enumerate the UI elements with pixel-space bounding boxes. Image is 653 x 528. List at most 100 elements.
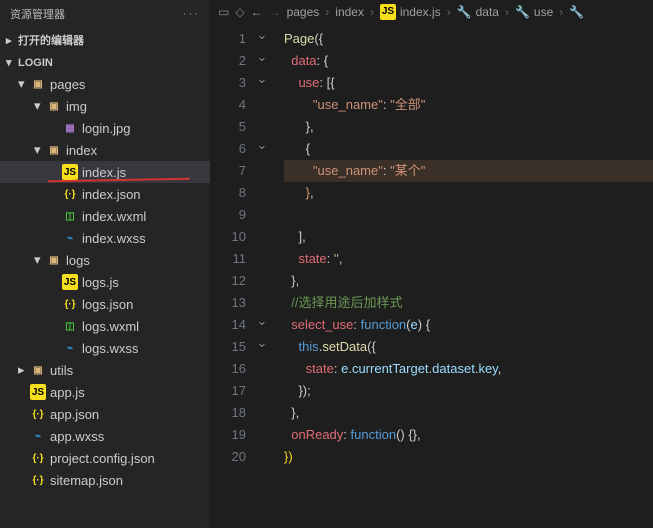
tree-item-index-wxml[interactable]: ◫index.wxml [0, 205, 210, 227]
js-icon: JS [62, 164, 78, 180]
code-line[interactable]: }, [284, 402, 653, 424]
tree-item-pages[interactable]: ▾▣pages [0, 73, 210, 95]
tree-item-project-config-json[interactable]: {·}project.config.json [0, 447, 210, 469]
fold-icon [254, 156, 270, 178]
tree-item-label: index.js [82, 165, 126, 180]
crumb-data[interactable]: data [476, 5, 499, 19]
fold-icon [254, 244, 270, 266]
tree-item-index-json[interactable]: {·}index.json [0, 183, 210, 205]
explorer-header: 资源管理器 ··· [0, 0, 210, 28]
js-icon: JS [62, 274, 78, 290]
code-line[interactable]: data: { [284, 50, 653, 72]
line-number: 17 [210, 380, 246, 402]
tree-item-logs-js[interactable]: JSlogs.js [0, 271, 210, 293]
line-number: 12 [210, 270, 246, 292]
tree-item-utils[interactable]: ▸▣utils [0, 359, 210, 381]
code-line[interactable]: state: e.currentTarget.dataset.key, [284, 358, 653, 380]
wxss-icon: ⌁ [62, 230, 78, 246]
folder-icon: ▣ [46, 142, 62, 158]
line-number: 2 [210, 50, 246, 72]
line-number: 1 [210, 28, 246, 50]
more-icon[interactable]: ··· [183, 8, 200, 20]
json-icon: {·} [30, 472, 46, 488]
code-line[interactable]: "use_name": "某个" [284, 160, 653, 182]
code-line[interactable]: select_use: function(e) { [284, 314, 653, 336]
fold-icon[interactable]: ⌄ [254, 46, 270, 68]
back-icon[interactable]: ← [251, 5, 263, 19]
code-line[interactable]: "use_name": "全部" [284, 94, 653, 116]
tree-item-index[interactable]: ▾▣index [0, 139, 210, 161]
code-line[interactable]: }, [284, 182, 653, 204]
open-editors-label: 打开的编辑器 [18, 32, 84, 48]
fold-icon[interactable]: ⌄ [254, 332, 270, 354]
code-line[interactable]: this.setData({ [284, 336, 653, 358]
project-section[interactable]: ▾ LOGIN [0, 52, 210, 73]
line-number: 5 [210, 116, 246, 138]
code-line[interactable] [284, 204, 653, 226]
code-line[interactable]: }); [284, 380, 653, 402]
code-line[interactable]: ], [284, 226, 653, 248]
crumb-use[interactable]: use [534, 5, 553, 19]
fold-icon[interactable]: ⌄ [254, 134, 270, 156]
bookmark-icon[interactable]: ▭ [218, 5, 229, 19]
crumb-pages[interactable]: pages [287, 5, 320, 19]
code-line[interactable]: }) [284, 446, 653, 468]
line-number: 3 [210, 72, 246, 94]
chevron-icon: ▾ [34, 142, 42, 158]
tree-item-index-wxss[interactable]: ⌁index.wxss [0, 227, 210, 249]
tree-item-logs[interactable]: ▾▣logs [0, 249, 210, 271]
code-line[interactable]: //选择用途后加样式 [284, 292, 653, 314]
fold-icon [254, 112, 270, 134]
wrench-icon: 🔧 [569, 5, 584, 19]
tree-item-index-js[interactable]: JS index.js [0, 161, 210, 183]
code-lines[interactable]: Page({ data: { use: [{ "use_name": "全部" … [270, 24, 653, 528]
json-icon: {·} [62, 296, 78, 312]
project-label: LOGIN [18, 57, 53, 69]
code-area[interactable]: 1234567891011121314151617181920 ⌄⌄⌄⌄⌄⌄ P… [210, 24, 653, 528]
fold-icon [254, 420, 270, 442]
js-icon: JS [30, 384, 46, 400]
line-number: 15 [210, 336, 246, 358]
folder-icon: ▣ [30, 362, 46, 378]
forward-icon[interactable]: → [269, 5, 281, 19]
folder-icon: ▣ [46, 98, 62, 114]
tree-item-sitemap-json[interactable]: {·} sitemap.json [0, 469, 210, 491]
folder-icon: ▣ [30, 76, 46, 92]
fold-icon[interactable]: ⌄ [254, 310, 270, 332]
fold-icon [254, 222, 270, 244]
tree-item-app-json[interactable]: {·}app.json [0, 403, 210, 425]
fold-icon[interactable]: ⌄ [254, 68, 270, 90]
bookmark-outline-icon[interactable]: ◇ [235, 5, 244, 19]
fold-icon[interactable]: ⌄ [254, 24, 270, 46]
tree-item-logs-wxml[interactable]: ◫logs.wxml [0, 315, 210, 337]
fold-icon [254, 442, 270, 464]
code-line[interactable]: state: '', [284, 248, 653, 270]
code-line[interactable]: Page({ [284, 28, 653, 50]
tree-item-label: index.json [82, 187, 141, 202]
code-line[interactable]: use: [{ [284, 72, 653, 94]
tree-item-app-wxss[interactable]: ⌁app.wxss [0, 425, 210, 447]
tree-item-login-jpg[interactable]: ▦login.jpg [0, 117, 210, 139]
fold-icon [254, 354, 270, 376]
json-icon: {·} [30, 450, 46, 466]
tree-item-logs-json[interactable]: {·}logs.json [0, 293, 210, 315]
tree-item-img[interactable]: ▾▣img [0, 95, 210, 117]
line-gutter: 1234567891011121314151617181920 [210, 24, 254, 528]
tree-item-logs-wxss[interactable]: ⌁logs.wxss [0, 337, 210, 359]
line-number: 4 [210, 94, 246, 116]
tree-item-label: sitemap.json [50, 473, 123, 488]
line-number: 9 [210, 204, 246, 226]
crumb-file[interactable]: index.js [400, 5, 441, 19]
code-line[interactable]: { [284, 138, 653, 160]
chevron-down-icon: ▾ [6, 56, 14, 69]
code-line[interactable]: onReady: function() {}, [284, 424, 653, 446]
code-line[interactable]: }, [284, 116, 653, 138]
fold-icon [254, 398, 270, 420]
crumb-index[interactable]: index [335, 5, 364, 19]
open-editors-section[interactable]: ▸ 打开的编辑器 [0, 28, 210, 52]
chevron-right-icon: ▸ [6, 34, 14, 47]
tree-item-app-js[interactable]: JSapp.js [0, 381, 210, 403]
code-line[interactable]: }, [284, 270, 653, 292]
line-number: 6 [210, 138, 246, 160]
wrench-icon: 🔧 [515, 5, 530, 19]
